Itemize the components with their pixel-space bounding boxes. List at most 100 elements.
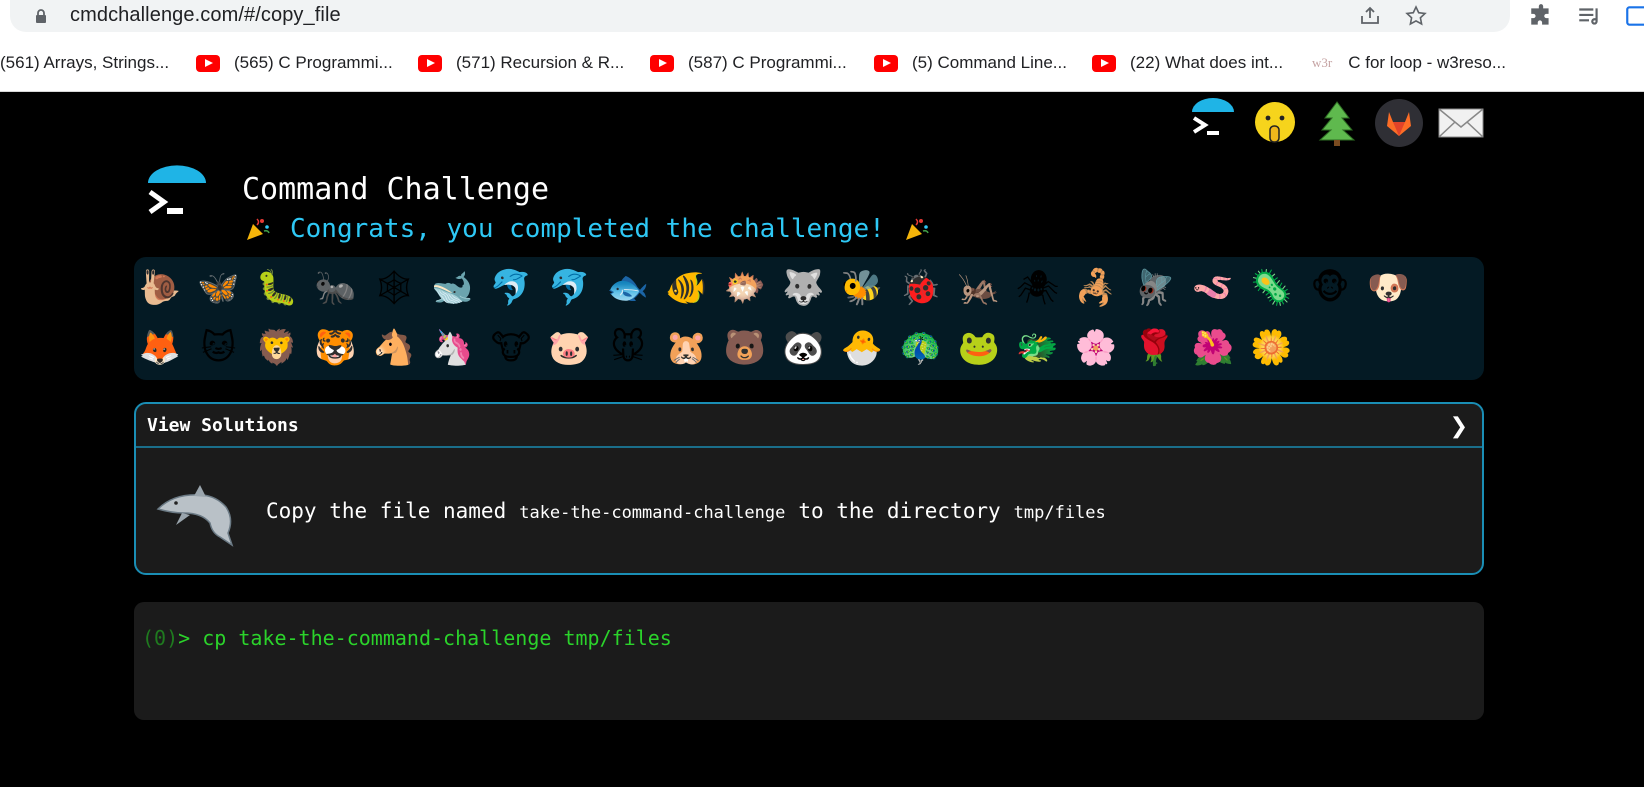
- youtube-icon: [418, 54, 442, 72]
- challenge-emoji-2-18[interactable]: 🌹: [1133, 326, 1177, 370]
- challenge-emoji-2-11[interactable]: 🐻: [723, 326, 767, 370]
- challenge-description: Copy the file named take-the-command-cha…: [266, 499, 1119, 523]
- bookmark-item[interactable]: (22) What does int...: [1092, 52, 1283, 74]
- cmd-logo-icon[interactable]: [1188, 98, 1238, 148]
- challenge-emoji-2-12[interactable]: 🐼: [782, 326, 826, 370]
- challenge-emoji-2-5[interactable]: 🐴: [372, 326, 416, 370]
- prompt-symbol: >: [178, 626, 191, 650]
- view-solutions-header[interactable]: View Solutions ❯: [136, 404, 1482, 448]
- challenge-emoji-1-13[interactable]: 🐝: [840, 266, 884, 310]
- challenge-emoji-2-17[interactable]: 🌸: [1074, 326, 1118, 370]
- challenge-emoji-1-22[interactable]: 🐶: [1367, 266, 1411, 310]
- bookmark-label: (561) Arrays, Strings...: [0, 53, 170, 72]
- terminal-command[interactable]: cp take-the-command-challenge tmp/files: [202, 626, 672, 650]
- challenge-emoji-1-5[interactable]: 🕸: [372, 266, 416, 310]
- challenge-emoji-1-21[interactable]: 🐵: [1308, 266, 1352, 310]
- challenge-emoji-2-9[interactable]: 🐭: [606, 326, 650, 370]
- star-icon[interactable]: [1404, 4, 1428, 28]
- extensions-icon[interactable]: [1528, 3, 1554, 29]
- challenge-emoji-1-20[interactable]: 🦠: [1250, 266, 1294, 310]
- congrats-text: Congrats, you completed the challenge!: [290, 214, 885, 244]
- challenge-emoji-2-19[interactable]: 🌺: [1191, 326, 1235, 370]
- bookmark-label: (571) Recursion & R...: [456, 53, 625, 72]
- bookmark-label: (565) C Programmi...: [234, 53, 393, 72]
- challenge-emoji-1-4[interactable]: 🐜: [314, 266, 358, 310]
- shushing-face-icon[interactable]: [1250, 98, 1300, 148]
- challenge-emoji-1-18[interactable]: 🪰: [1133, 266, 1177, 310]
- bookmark-label: (587) C Programmi...: [688, 53, 847, 72]
- bookmark-item[interactable]: (571) Recursion & R...: [418, 52, 624, 74]
- challenge-emoji-2-13[interactable]: 🐣: [840, 326, 884, 370]
- challenge-emoji-1-17[interactable]: 🦂: [1074, 266, 1118, 310]
- lock-icon: [36, 9, 46, 23]
- page-title: Command Challenge: [242, 172, 550, 207]
- bookmark-label: (5) Command Line...: [912, 53, 1067, 72]
- youtube-icon: [1092, 54, 1116, 72]
- challenge-emoji-2-1[interactable]: 🦊: [138, 326, 182, 370]
- challenge-emoji-1-15[interactable]: 🦗: [957, 266, 1001, 310]
- bookmark-item[interactable]: (565) C Programmi...: [196, 52, 393, 74]
- dolphin-icon: [156, 485, 234, 547]
- challenge-emoji-1-6[interactable]: 🐋: [431, 266, 475, 310]
- terminal[interactable]: (0)> cp take-the-command-challenge tmp/f…: [134, 602, 1484, 720]
- bookmark-label: C for loop - w3reso...: [1348, 53, 1506, 72]
- challenge-emoji-1-19[interactable]: 🪱: [1191, 266, 1235, 310]
- terminal-prompt-line[interactable]: (0)> cp take-the-command-challenge tmp/f…: [142, 626, 672, 650]
- challenge-emoji-1-11[interactable]: 🐡: [723, 266, 767, 310]
- party-popper-icon: [247, 218, 270, 240]
- address-bar[interactable]: cmdchallenge.com/#/copy_file: [10, 0, 1510, 32]
- bookmark-item[interactable]: (5) Command Line...: [874, 52, 1067, 74]
- challenge-emoji-1-16[interactable]: 🕷: [1016, 266, 1060, 310]
- challenge-emoji-2-6[interactable]: 🦄: [431, 326, 475, 370]
- bookmark-item[interactable]: (561) Arrays, Strings...: [0, 52, 169, 74]
- browser-chrome: cmdchallenge.com/#/copy_file (561) Array…: [0, 0, 1644, 92]
- challenge-emoji-1-10[interactable]: 🐠: [665, 266, 709, 310]
- challenge-emoji-2-8[interactable]: 🐷: [548, 326, 592, 370]
- chevron-right-icon[interactable]: ❯: [1450, 414, 1468, 439]
- challenge-emoji-1-1[interactable]: 🐌: [138, 266, 182, 310]
- task-file-name: take-the-command-challenge: [519, 503, 786, 523]
- mail-icon[interactable]: [1436, 98, 1486, 148]
- challenge-emoji-2-4[interactable]: 🐯: [314, 326, 358, 370]
- bookmark-label: (22) What does int...: [1130, 53, 1284, 72]
- tree-icon[interactable]: [1312, 98, 1362, 148]
- return-code: (0): [142, 626, 179, 650]
- challenge-emoji-1-7[interactable]: 🐬: [489, 266, 533, 310]
- challenge-emoji-1-8[interactable]: 🐬: [548, 266, 592, 310]
- challenge-emoji-1-3[interactable]: 🐛: [255, 266, 299, 310]
- challenge-emoji-1-9[interactable]: 🐟: [606, 266, 650, 310]
- challenge-emoji-2-15[interactable]: 🐸: [957, 326, 1001, 370]
- challenge-emoji-2-20[interactable]: 🌼: [1250, 326, 1294, 370]
- youtube-icon: [196, 54, 220, 72]
- task-directory: tmp/files: [1013, 503, 1106, 523]
- challenge-emoji-2-16[interactable]: 🐲: [1016, 326, 1060, 370]
- bookmark-item[interactable]: w3r C for loop - w3reso...: [1312, 52, 1506, 74]
- party-popper-icon: [905, 218, 929, 240]
- site-logo-icon[interactable]: [142, 164, 210, 230]
- bookmarks-bar: (561) Arrays, Strings... (565) C Program…: [0, 46, 1644, 80]
- page-content: Command Challenge Congrats, you complete…: [0, 92, 1644, 787]
- bookmark-item[interactable]: (587) C Programmi...: [650, 52, 847, 74]
- challenge-emoji-2-10[interactable]: 🐹: [665, 326, 709, 370]
- challenge-emoji-2-14[interactable]: 🦚: [899, 326, 943, 370]
- challenge-emoji-2-3[interactable]: 🦁: [255, 326, 299, 370]
- challenge-emoji-2-2[interactable]: 🐱: [197, 326, 241, 370]
- youtube-icon: [874, 54, 898, 72]
- reading-list-icon[interactable]: [1576, 3, 1602, 29]
- youtube-icon: [650, 54, 674, 72]
- view-solutions-label: View Solutions: [147, 415, 299, 436]
- side-panel-icon[interactable]: [1624, 3, 1644, 29]
- challenge-emoji-1-12[interactable]: 🐺: [782, 266, 826, 310]
- solutions-panel: View Solutions ❯ Copy the file named tak…: [134, 402, 1484, 575]
- task-middle: to the directory: [798, 499, 1001, 523]
- task-prefix: Copy the file named: [266, 499, 507, 523]
- w3r-icon: w3r: [1312, 55, 1333, 70]
- url-text[interactable]: cmdchallenge.com/#/copy_file: [70, 4, 341, 27]
- completed-challenges-panel: 🐌 🦋 🐛 🐜 🕸 🐋 🐬 🐬 🐟 🐠 🐡 🐺 🐝 🐞 🦗 🕷 🦂 🪰 🪱 🦠 🐵 🐶 🦊 🐱 🦁 🐯 🐴 🦄 🐮 🐷 🐭 🐹 🐻 🐼 🐣 🦚 🐸 🐲 🌸 🌹…: [134, 257, 1484, 380]
- share-icon[interactable]: [1358, 4, 1382, 28]
- challenge-emoji-1-14[interactable]: 🐞: [899, 266, 943, 310]
- congrats-message: Congrats, you completed the challenge!: [244, 214, 931, 244]
- gitlab-icon[interactable]: [1374, 98, 1424, 148]
- challenge-emoji-2-7[interactable]: 🐮: [489, 326, 533, 370]
- challenge-emoji-1-2[interactable]: 🦋: [197, 266, 241, 310]
